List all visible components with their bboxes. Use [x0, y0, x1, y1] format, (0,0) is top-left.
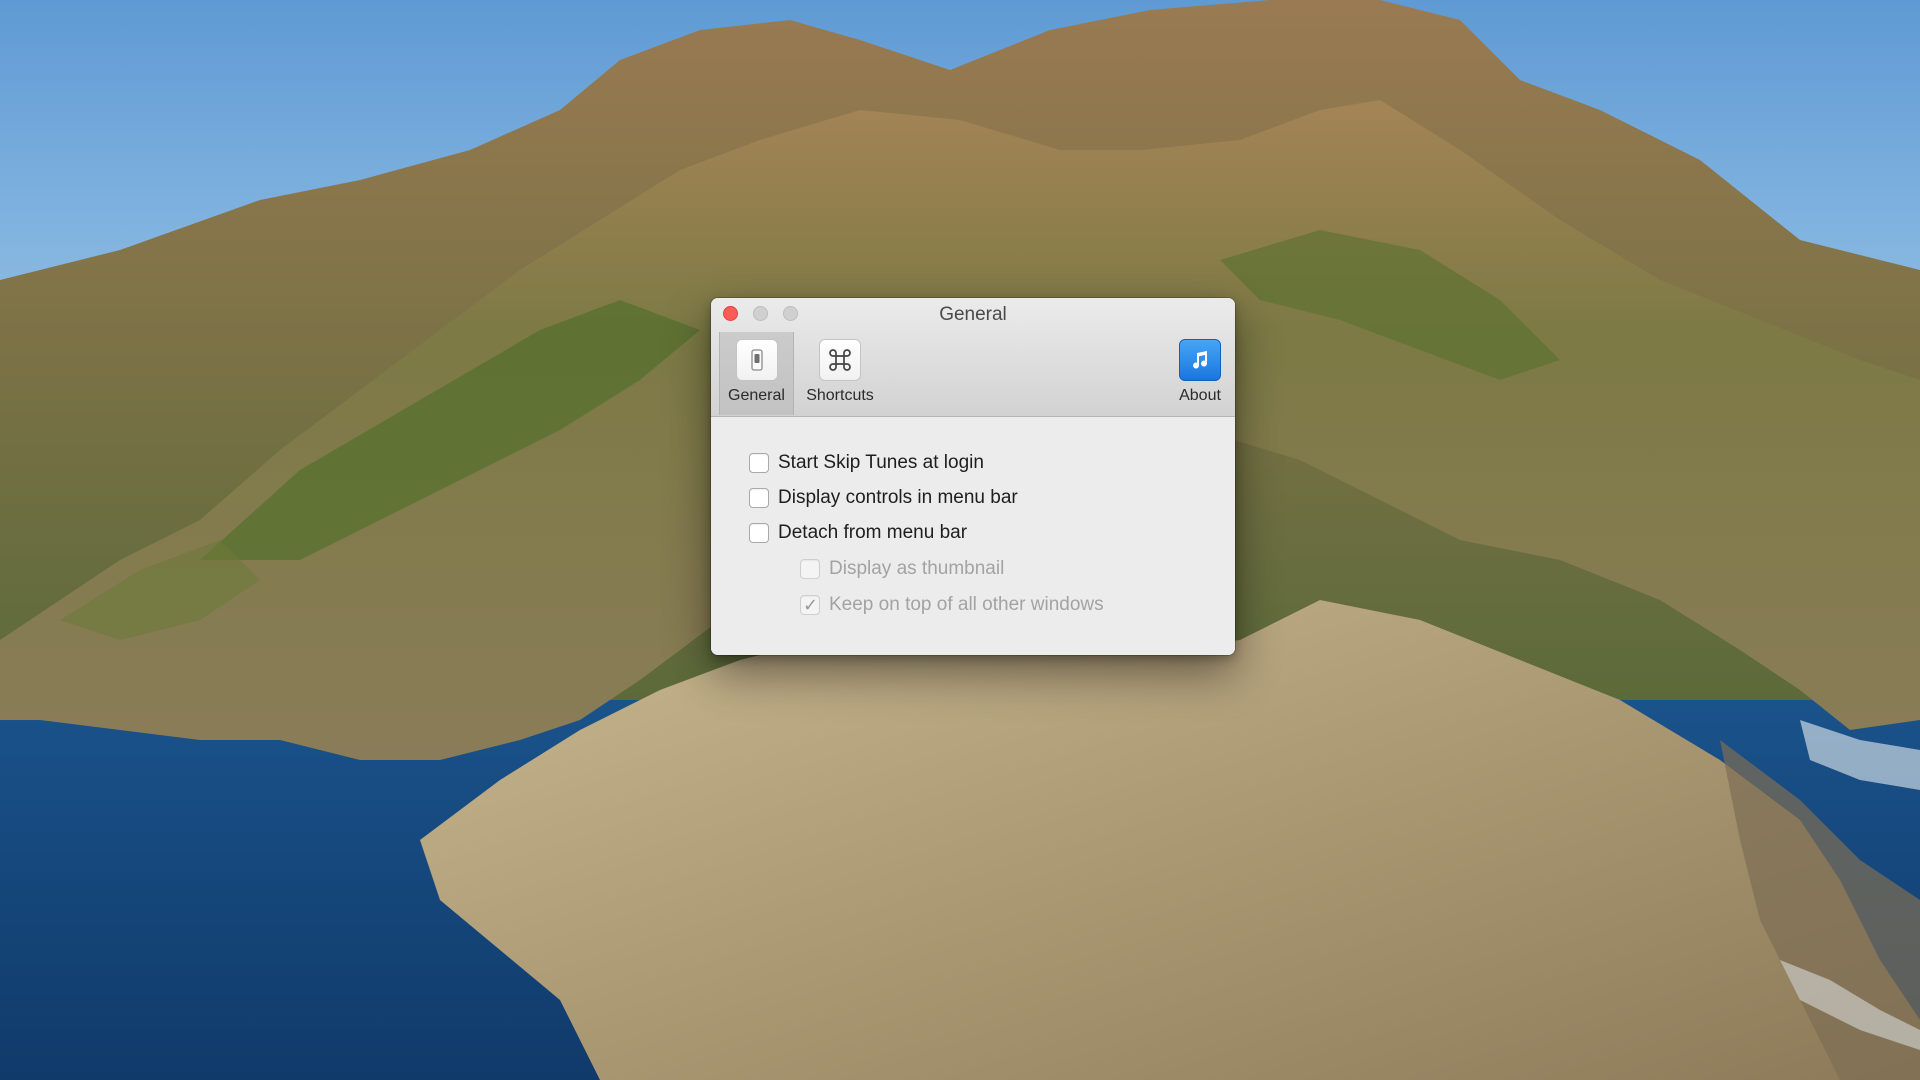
titlebar-toolbar: General General Shortcuts About — [711, 298, 1235, 417]
start-at-login-label: Start Skip Tunes at login — [778, 452, 984, 473]
tab-general[interactable]: General — [719, 332, 794, 415]
display-thumbnail-label: Display as thumbnail — [829, 558, 1005, 579]
detach-menu-bar-checkbox[interactable] — [749, 523, 769, 543]
option-keep-on-top: ✓ Keep on top of all other windows — [800, 593, 1104, 617]
option-detach-menu-bar[interactable]: Detach from menu bar — [749, 521, 967, 545]
detach-menu-bar-label: Detach from menu bar — [778, 522, 968, 543]
option-display-controls[interactable]: Display controls in menu bar — [749, 486, 1018, 510]
tab-about[interactable]: About — [1171, 332, 1229, 415]
keep-on-top-checkbox: ✓ — [800, 595, 820, 615]
option-start-at-login[interactable]: Start Skip Tunes at login — [749, 451, 984, 475]
start-at-login-checkbox[interactable] — [749, 453, 769, 473]
command-icon — [819, 339, 861, 381]
tab-about-label: About — [1179, 387, 1221, 404]
checkmark-icon: ✓ — [803, 595, 819, 615]
display-controls-checkbox[interactable] — [749, 488, 769, 508]
window-title: General — [939, 304, 1007, 325]
tab-shortcuts[interactable]: Shortcuts — [795, 332, 885, 415]
switch-icon — [735, 339, 778, 381]
keep-on-top-label: Keep on top of all other windows — [829, 594, 1104, 615]
option-display-thumbnail: Display as thumbnail — [800, 557, 1004, 581]
tab-shortcuts-label: Shortcuts — [806, 387, 874, 404]
tab-general-label: General — [728, 387, 785, 404]
music-note-icon — [1179, 339, 1221, 381]
display-controls-label: Display controls in menu bar — [778, 487, 1018, 508]
display-thumbnail-checkbox — [800, 559, 820, 579]
